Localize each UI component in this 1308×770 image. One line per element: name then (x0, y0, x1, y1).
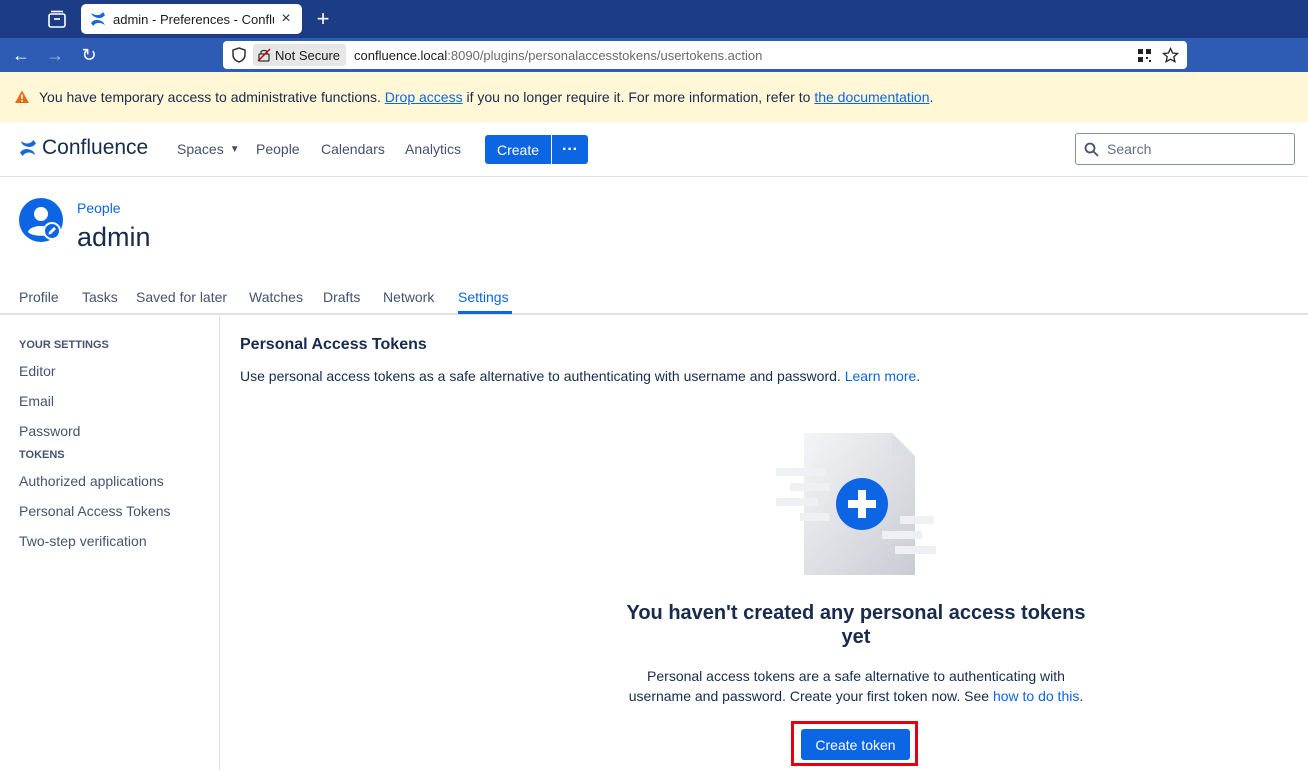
nav-analytics[interactable]: Analytics (405, 141, 461, 157)
sidebar-item-two-step-verification[interactable]: Two-step verification (19, 533, 147, 549)
browser-tab-bar: admin - Preferences - Conflue × + (0, 0, 1308, 38)
banner-text-end: . (929, 89, 934, 105)
tab-drafts[interactable]: Drafts (323, 289, 360, 305)
create-more-button[interactable]: ··· (552, 135, 588, 164)
confluence-logo-icon (20, 140, 36, 156)
banner-text-middle: if you no longer require it. For more in… (462, 89, 815, 105)
sidebar-item-password[interactable]: Password (19, 423, 80, 439)
user-avatar-icon[interactable] (19, 198, 63, 242)
tab-close-icon[interactable]: × (278, 11, 294, 27)
not-secure-label: Not Secure (275, 47, 341, 63)
sidebar-item-email[interactable]: Email (19, 393, 54, 409)
url-path: :8090/plugins/personalaccesstokens/usert… (447, 47, 763, 63)
learn-more-link[interactable]: Learn more (845, 368, 917, 384)
admin-access-banner: You have temporary access to administrat… (0, 72, 1308, 122)
nav-spaces[interactable]: Spaces ▼ (177, 141, 240, 157)
section-description-end: . (916, 368, 921, 384)
sidebar-heading-tokens: TOKENS (19, 449, 65, 461)
section-description: Use personal access tokens as a safe alt… (240, 368, 920, 384)
how-to-link[interactable]: how to do this (993, 688, 1079, 704)
tab-saved-for-later[interactable]: Saved for later (136, 289, 227, 305)
search-placeholder: Search (1107, 141, 1152, 157)
tab-title: admin - Preferences - Conflue (113, 11, 274, 27)
tab-watches[interactable]: Watches (249, 289, 303, 305)
create-button[interactable]: Create (485, 135, 551, 164)
forward-arrow-icon[interactable]: → (44, 44, 66, 66)
not-secure-badge[interactable]: Not Secure (253, 44, 347, 66)
tab-manager-icon[interactable] (46, 9, 68, 29)
create-token-button[interactable]: Create token (801, 729, 910, 760)
broken-lock-icon (257, 48, 271, 62)
sidebar-heading-your-settings: YOUR SETTINGS (19, 339, 109, 351)
nav-calendars[interactable]: Calendars (321, 141, 385, 157)
tab-network[interactable]: Network (383, 289, 434, 305)
section-title: Personal Access Tokens (240, 336, 427, 353)
confluence-header: Confluence Spaces ▼ People Calendars Ana… (0, 122, 1308, 177)
back-arrow-icon[interactable]: ← (10, 44, 32, 66)
empty-tokens-illustration (776, 433, 936, 575)
confluence-logo[interactable]: Confluence (19, 136, 148, 160)
url-host: confluence.local (354, 47, 448, 63)
sidebar-item-personal-access-tokens[interactable]: Personal Access Tokens (19, 503, 171, 519)
banner-text-start: You have temporary access to administrat… (39, 89, 381, 105)
browser-tab-active[interactable]: admin - Preferences - Conflue × (81, 4, 302, 34)
active-tab-indicator (458, 311, 512, 314)
search-input[interactable]: Search (1075, 133, 1295, 165)
browser-nav-bar: ← → ↻ Not Secure confluence.local :8090/… (0, 38, 1308, 72)
section-description-text: Use personal access tokens as a safe alt… (240, 368, 845, 384)
search-icon (1084, 142, 1099, 157)
profile-tabs: Profile Tasks Saved for later Watches Dr… (0, 281, 1308, 315)
warning-icon (15, 90, 29, 103)
tab-tasks[interactable]: Tasks (82, 289, 118, 305)
page-title: admin (77, 222, 151, 252)
sidebar-item-authorized-applications[interactable]: Authorized applications (19, 473, 164, 489)
documentation-link[interactable]: the documentation (814, 89, 929, 105)
sidebar-item-editor[interactable]: Editor (19, 363, 56, 379)
empty-state-end: . (1079, 688, 1084, 704)
confluence-favicon-icon (91, 12, 105, 26)
reload-icon[interactable]: ↻ (78, 44, 100, 66)
nav-spaces-label: Spaces (177, 141, 224, 157)
drop-access-link[interactable]: Drop access (385, 89, 463, 105)
empty-state-title: You haven't created any personal access … (626, 602, 1086, 648)
settings-sidebar: YOUR SETTINGS Editor Email Password TOKE… (0, 316, 220, 770)
nav-people[interactable]: People (256, 141, 300, 157)
qr-code-icon[interactable] (1137, 48, 1152, 63)
tab-profile[interactable]: Profile (19, 289, 59, 305)
shield-icon[interactable] (231, 47, 247, 63)
breadcrumb-people[interactable]: People (77, 200, 121, 216)
logo-text: Confluence (42, 136, 149, 159)
tab-settings[interactable]: Settings (458, 289, 509, 305)
bookmark-star-icon[interactable] (1162, 46, 1179, 64)
chevron-down-icon: ▼ (229, 143, 240, 155)
empty-state-description: Personal access tokens are a safe altern… (616, 666, 1096, 706)
new-tab-icon[interactable]: + (312, 8, 334, 30)
address-bar[interactable]: Not Secure confluence.local :8090/plugin… (223, 41, 1187, 69)
